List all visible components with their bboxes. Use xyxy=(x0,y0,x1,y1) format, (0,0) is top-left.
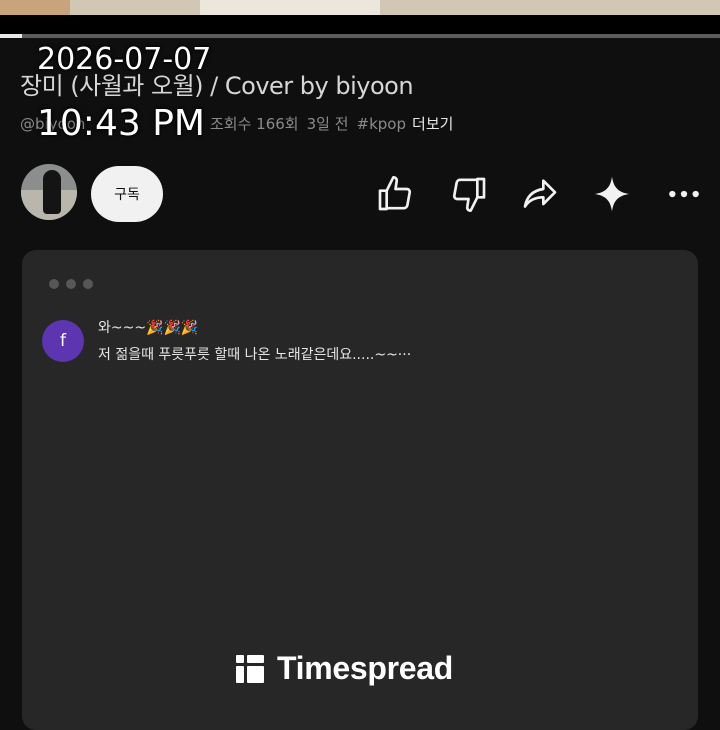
like-button[interactable] xyxy=(373,172,417,216)
ask-button[interactable] xyxy=(590,172,634,216)
dot xyxy=(83,279,93,289)
more-link[interactable]: 더보기 xyxy=(412,115,453,133)
sparkle-icon xyxy=(594,176,630,212)
share-button[interactable] xyxy=(518,172,562,216)
more-actions-button[interactable] xyxy=(662,172,706,216)
player-letterbox xyxy=(0,15,720,34)
dot xyxy=(66,279,76,289)
avatar-figure xyxy=(43,170,61,214)
thumbs-up-icon xyxy=(378,176,412,211)
comment-text-line-2: 저 젊을때 푸릇푸릇 할때 나온 노래같은데요.....~~··· xyxy=(98,347,412,363)
timestamp-time: 10:43 PM xyxy=(37,103,205,144)
comment-text-line-1: 와~~~🎉🎉🎉 xyxy=(98,320,199,336)
view-count: 조회수 166회 xyxy=(210,115,299,133)
subscribe-button[interactable]: 구독 xyxy=(91,166,163,222)
watermark-text: Timespread xyxy=(277,650,454,686)
timespread-logo-icon xyxy=(236,654,264,683)
more-horizontal-icon xyxy=(669,190,699,198)
video-frame-region xyxy=(200,0,380,15)
thumbs-down-icon xyxy=(452,177,486,213)
commenter-avatar: f xyxy=(42,320,84,362)
dislike-button[interactable] xyxy=(447,172,491,216)
video-progress-fill xyxy=(0,34,22,38)
video-frame-region xyxy=(0,0,70,15)
video-progress-bar[interactable] xyxy=(0,34,720,38)
hashtag-link[interactable]: #kpop xyxy=(357,115,406,133)
watermark: Timespread xyxy=(236,650,453,687)
loading-dots xyxy=(49,274,100,293)
upload-age: 3일 전 xyxy=(306,115,349,133)
share-icon xyxy=(523,179,557,208)
channel-avatar[interactable] xyxy=(21,164,77,220)
dot xyxy=(49,279,59,289)
video-player-preview[interactable] xyxy=(0,0,720,15)
timestamp-date: 2026-07-07 xyxy=(37,42,212,77)
